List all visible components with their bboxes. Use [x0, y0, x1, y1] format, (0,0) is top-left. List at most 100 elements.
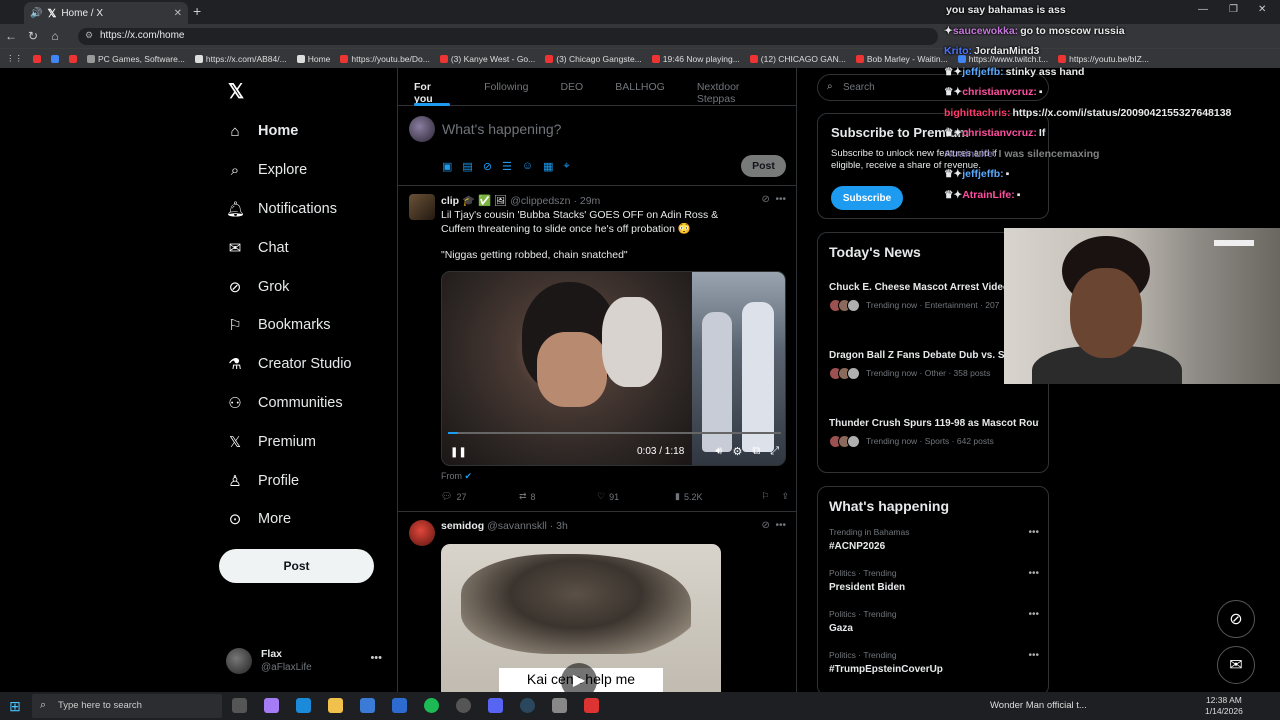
video-player[interactable]: ❚❚ 0:03 / 1:18 🔊︎ ⚙ ⧉ ⤢: [441, 271, 786, 466]
pause-icon[interactable]: ❚❚: [450, 447, 467, 458]
reload-icon[interactable]: ↻: [22, 29, 44, 43]
nav-item-home[interactable]: ⌂ Home: [226, 112, 396, 151]
share-icon[interactable]: ⇪: [781, 491, 789, 502]
taskbar-search[interactable]: ⌕ Type here to search: [32, 694, 222, 718]
tab-nextdoor-steppas[interactable]: Nextdoor Steppas: [681, 68, 780, 105]
trend-item[interactable]: Politics · Trending Gaza •••: [829, 609, 1039, 634]
bookmark-item[interactable]: PC Games, Software...: [87, 54, 185, 64]
speaker-icon[interactable]: 🔊: [30, 8, 42, 19]
compose-post-button[interactable]: Post: [741, 155, 786, 177]
grok-icon[interactable]: ⊘: [762, 194, 770, 205]
tweet-handle[interactable]: @savannskll: [487, 520, 547, 532]
video-thumbnail[interactable]: Kai cena help me ▶: [441, 544, 721, 704]
trend-item[interactable]: Politics · Trending #TrumpEpsteinCoverUp •…: [829, 650, 1039, 675]
copilot-icon[interactable]: [264, 698, 279, 713]
more-dots-icon[interactable]: •••: [775, 194, 786, 205]
tweet[interactable]: clip 🎓 ✅ 🖼 @clippedszn · 29m ⊘ ••• Lil T…: [398, 186, 796, 512]
grok-float-button[interactable]: ⊘: [1217, 600, 1255, 638]
poll-icon[interactable]: ☰: [502, 160, 512, 173]
taskbar-clock[interactable]: 12:38 AM 1/14/2026: [1205, 695, 1243, 717]
bookmark-item[interactable]: [51, 54, 59, 63]
nav-item-creator-studio[interactable]: ⚗ Creator Studio: [226, 345, 396, 384]
avatar[interactable]: [409, 520, 435, 546]
nav-item-notifications[interactable]: 🔔︎ Notifications: [226, 190, 396, 229]
repost-button[interactable]: ⇄ 8: [519, 491, 597, 502]
grok-icon[interactable]: ⊘: [483, 160, 492, 173]
x-logo-icon[interactable]: 𝕏: [228, 79, 244, 104]
location-icon[interactable]: ⌖: [564, 160, 570, 173]
pip-icon[interactable]: ⧉: [752, 445, 760, 458]
bookmark-item[interactable]: (12) CHICAGO GAN...: [749, 54, 846, 64]
nav-item-more[interactable]: ⊙ More: [226, 500, 396, 539]
app-icon[interactable]: [392, 698, 407, 713]
task-view-icon[interactable]: [232, 698, 247, 713]
like-button[interactable]: ♡ 91: [597, 491, 675, 502]
tweet-handle[interactable]: @clippedszn: [510, 195, 570, 207]
post-button[interactable]: Post: [219, 549, 374, 583]
schedule-icon[interactable]: ▦: [543, 160, 553, 173]
more-dots-icon[interactable]: •••: [775, 520, 786, 531]
tab-following[interactable]: Following: [468, 68, 528, 105]
spotify-icon[interactable]: [424, 698, 439, 713]
bookmark-item[interactable]: https://x.com/AB84/...: [194, 54, 287, 64]
close-tab-icon[interactable]: ✕: [174, 8, 182, 19]
new-tab-button[interactable]: +: [193, 3, 201, 19]
chat-float-button[interactable]: ✉: [1217, 646, 1255, 684]
browser-tab[interactable]: 🔊 𝕏 Home / X ✕: [24, 2, 188, 24]
volume-icon[interactable]: 🔊︎: [716, 445, 723, 458]
image-icon[interactable]: ▣: [442, 160, 452, 173]
url-field[interactable]: ⚙ https://x.com/home: [78, 28, 938, 45]
trend-item[interactable]: Politics · Trending President Biden •••: [829, 568, 1039, 593]
news-item[interactable]: Thunder Crush Spurs 119-98 as Mascot Rou…: [829, 417, 1039, 448]
app-icon[interactable]: [456, 698, 471, 713]
discord-icon[interactable]: [488, 698, 503, 713]
trend-item[interactable]: Trending in Bahamas #ACNP2026 •••: [829, 527, 1039, 552]
app-icon[interactable]: [584, 698, 599, 713]
nav-item-grok[interactable]: ⊘ Grok: [226, 267, 396, 306]
views-button[interactable]: ▮ 5.2K: [675, 491, 753, 502]
nav-item-chat[interactable]: ✉ Chat: [226, 228, 396, 267]
more-dots-icon[interactable]: •••: [1028, 609, 1039, 620]
tweet-time[interactable]: · 3h: [550, 520, 568, 532]
edge-icon[interactable]: [296, 698, 311, 713]
bookmark-item[interactable]: Bob Marley - Waitin...: [855, 54, 948, 64]
reply-button[interactable]: 💬︎ 27: [441, 491, 519, 502]
home-icon[interactable]: ⌂: [44, 29, 66, 43]
windows-start-icon[interactable]: ⊞: [0, 698, 30, 715]
tweet[interactable]: semidog @savannskll · 3h ⊘ ••• Kai cena …: [398, 512, 796, 704]
bookmark-item[interactable]: 19:46 Now playing...: [651, 54, 740, 64]
back-icon[interactable]: ←: [0, 29, 22, 43]
grok-icon[interactable]: ⊘: [762, 520, 770, 531]
bookmark-item[interactable]: Home: [296, 54, 330, 64]
store-icon[interactable]: [360, 698, 375, 713]
nav-item-premium[interactable]: 𝕏 Premium: [226, 422, 396, 461]
more-dots-icon[interactable]: •••: [1028, 568, 1039, 579]
site-info-icon[interactable]: ⚙: [85, 30, 93, 41]
bookmark-icon[interactable]: ⚐: [761, 491, 769, 502]
bookmark-item[interactable]: (3) Kanye West - Go...: [439, 54, 535, 64]
file-explorer-icon[interactable]: [328, 698, 343, 713]
gif-icon[interactable]: ▤: [462, 160, 472, 173]
tab-for-you[interactable]: For you: [398, 68, 452, 106]
steam-icon[interactable]: [520, 698, 535, 713]
fullscreen-icon[interactable]: ⤢: [770, 445, 779, 458]
tweet-time[interactable]: · 29m: [573, 195, 600, 207]
bookmark-item[interactable]: https://youtu.be/Do...: [340, 54, 430, 64]
bookmark-item[interactable]: (3) Chicago Gangste...: [545, 54, 642, 64]
tweet-author-name[interactable]: semidog: [441, 520, 484, 532]
bookmark-item[interactable]: [33, 54, 41, 63]
account-switcher[interactable]: Flax @aFlaxLife •••: [226, 646, 386, 676]
more-dots-icon[interactable]: •••: [1028, 650, 1039, 661]
emoji-icon[interactable]: ☺: [522, 160, 533, 173]
bookmark-item[interactable]: [69, 54, 77, 63]
tab-deo[interactable]: DEO: [544, 68, 583, 105]
video-progress-bar[interactable]: [448, 432, 781, 434]
nav-item-communities[interactable]: ⚇ Communities: [226, 384, 396, 423]
taskbar-media[interactable]: Wonder Man official t...: [990, 700, 1087, 711]
app-icon[interactable]: [552, 698, 567, 713]
settings-icon[interactable]: ⚙: [732, 445, 742, 458]
tab-ballhog[interactable]: BALLHOG: [599, 68, 665, 105]
compose-input[interactable]: What's happening?: [442, 121, 561, 137]
nav-item-explore[interactable]: ⌕ Explore: [226, 151, 396, 190]
apps-icon[interactable]: ⋮⋮: [6, 53, 23, 64]
